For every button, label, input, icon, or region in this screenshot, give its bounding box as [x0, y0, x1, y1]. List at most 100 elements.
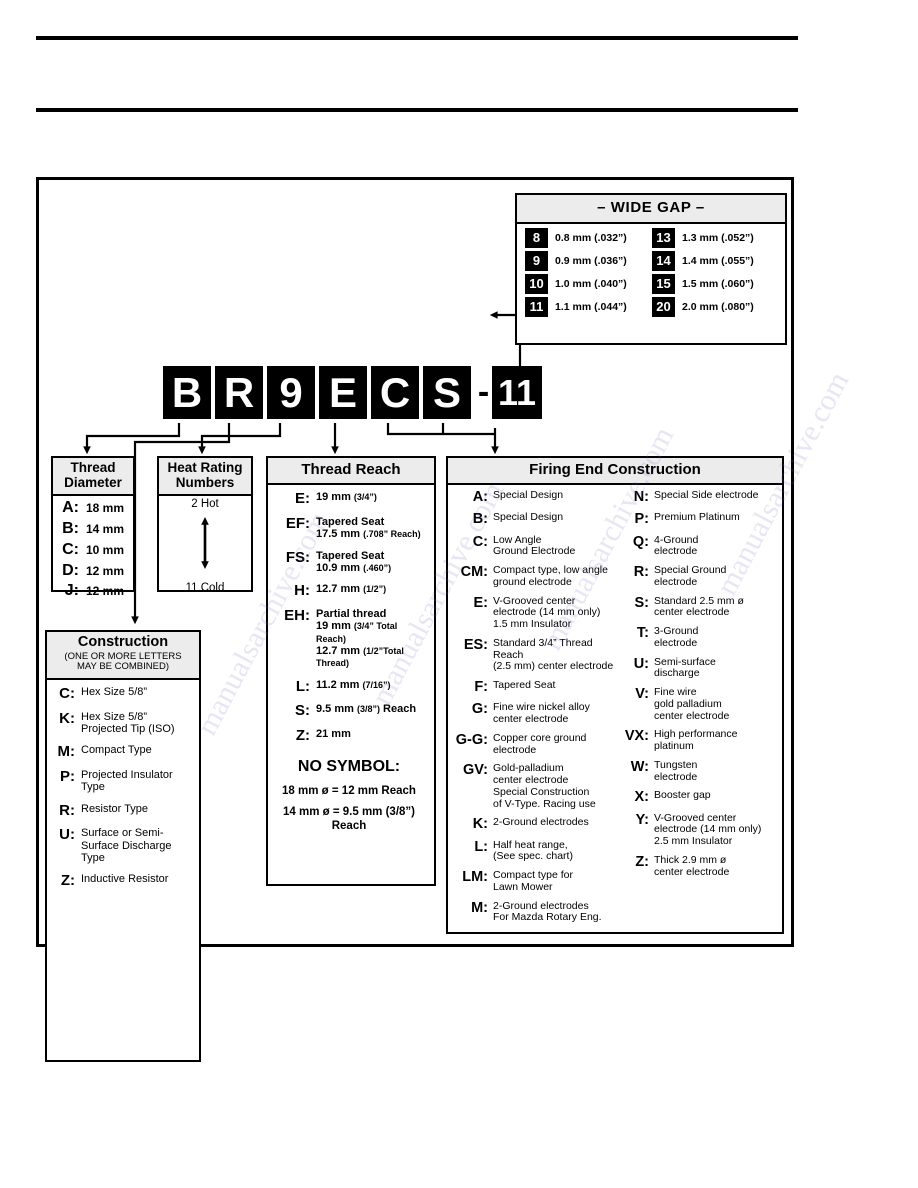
construction-rows: C: Hex Size 5/8” K: Hex Size 5/8” Projected … [47, 680, 199, 900]
construction-value: Inductive Resistor [81, 873, 169, 886]
construction-panel: Construction (ONE OR MORE LETTERS MAY BE … [45, 630, 201, 1062]
wide-gap-title: – WIDE GAP – [517, 195, 785, 225]
firing-end-value: 2-Ground electrodes [493, 816, 589, 829]
wide-gap-entry: 8 0.8 mm (.032”) [525, 228, 652, 249]
definition-row: C: Hex Size 5/8” [49, 686, 195, 702]
thread-diameter-value: 12 mm [86, 584, 125, 599]
thread-reach-rows: E: 19 mm (3/4”) EF: Tapered Seat 17.5 mm (.7… [270, 491, 428, 744]
definition-row: FS: Tapered Seat 10.9 mm (.460”) [270, 548, 428, 575]
definition-row: P: Projected Insulator Type [49, 769, 195, 794]
definition-row: LM: Compact type for Lawn Mower [450, 869, 615, 894]
firing-end-code: LM: [462, 869, 488, 886]
firing-end-code: R: [633, 564, 649, 581]
construction-code: R: [59, 801, 75, 819]
gap-code-tile: 13 [652, 228, 675, 249]
thread-diameter-value: 10 mm [86, 542, 125, 557]
definition-row: ES: Standard 3/4” Thread Reach (2.5 mm) ce… [450, 637, 615, 673]
definition-row: Z: 21 mm [270, 728, 428, 744]
firing-end-code: S: [634, 594, 650, 611]
firing-end-code: E: [473, 594, 489, 611]
definition-row: C: Low Angle Ground Electrode [450, 534, 615, 559]
construction-subtitle: (ONE OR MORE LETTERS MAY BE COMBINED) [64, 650, 182, 673]
definition-row: CM: Compact type, low angle ground electro… [450, 564, 615, 589]
part-number-character-tile: E [319, 366, 367, 419]
firing-end-code: N: [633, 489, 649, 506]
spark-plug-code-diagram: – WIDE GAP – 8 0.8 mm (.032”) 13 1.3 mm (.0… [36, 177, 794, 1062]
firing-end-value: Premium Platinum [654, 511, 740, 524]
heat-rating-title-line1: Heat Rating [167, 460, 243, 475]
gap-code-tile: 15 [652, 274, 675, 295]
firing-end-value: V-Grooved center electrode (14 mm only) 1.… [493, 594, 601, 631]
thread-reach-code: EF: [285, 514, 310, 532]
part-number-character-tile: C [371, 366, 419, 419]
definition-row: U: Surface or Semi- Surface Discharge Type [49, 827, 195, 864]
part-number-display: B R 9 E C S -11 [163, 366, 542, 419]
definition-row: L: Half heat range, (See spec. chart) [450, 838, 615, 864]
part-number-character-tile: R [215, 366, 263, 419]
thread-reach-value: 9.5 mm (3/8”) Reach [316, 703, 417, 716]
definition-row: R: Special Ground electrode [615, 564, 780, 589]
firing-end-value: Special Side electrode [654, 489, 759, 502]
firing-end-value: Half heat range, (See spec. chart) [493, 838, 573, 863]
definition-row: A: Special Design [450, 489, 615, 505]
definition-row: R: Resistor Type [49, 801, 195, 819]
firing-end-value: Booster gap [654, 789, 711, 802]
construction-value: Compact Type [81, 744, 152, 757]
definition-row: GV: Gold-palladium center electrode Special… [450, 762, 615, 810]
wide-gap-entry: 13 1.3 mm (.052”) [652, 228, 779, 249]
definition-row: K: Hex Size 5/8” Projected Tip (ISO) [49, 710, 195, 736]
thread-reach-title: Thread Reach [268, 458, 434, 486]
definition-row: B: Special Design [450, 512, 615, 527]
thread-reach-code: L: [295, 677, 310, 695]
thread-reach-code: S: [295, 702, 310, 720]
firing-end-value: Compact type, low angle ground electrode [493, 564, 608, 588]
heat-cold-label: 11 Cold [185, 582, 225, 595]
gap-measurement-label: 0.9 mm (.036”) [555, 255, 627, 268]
heat-range-double-arrow-icon [201, 517, 209, 570]
definition-row: S: 9.5 mm (3/8”) Reach [270, 703, 428, 719]
heat-rating-panel: Heat Rating Numbers 2 Hot 11 Cold [157, 456, 253, 595]
definition-row: U: Semi-surface discharge [615, 656, 780, 681]
firing-end-code: Q: [632, 533, 649, 550]
definition-row: S: Standard 2.5 mm ø center electrode [615, 594, 780, 620]
gap-measurement-label: 2.0 mm (.080”) [682, 301, 754, 314]
thread-diameter-value: 14 mm [86, 521, 125, 536]
construction-value: Surface or Semi- Surface Discharge Type [81, 827, 172, 865]
definition-row: B: 14 mm [59, 520, 131, 538]
no-symbol-rule: 14 mm ø = 9.5 mm (3/8”) Reach [283, 806, 415, 832]
firing-end-value: 3-Ground electrode [654, 625, 699, 649]
thread-diameter-title-line1: Thread [70, 460, 116, 475]
thread-reach-code: Z: [295, 727, 310, 744]
gap-measurement-label: 1.0 mm (.040”) [555, 278, 627, 291]
thread-diameter-value: 18 mm [86, 501, 125, 516]
wide-gap-grid: 8 0.8 mm (.032”) 13 1.3 mm (.052”) 9 0.9 mm (… [517, 224, 785, 321]
firing-end-value: Fine wire gold palladium center electrode [654, 686, 730, 722]
definition-row: H: 12.7 mm (1/2”) [270, 583, 428, 599]
construction-value: Hex Size 5/8” [81, 685, 148, 698]
gap-code-tile: 8 [525, 228, 548, 249]
definition-row: Q: 4-Ground electrode [615, 533, 780, 559]
gap-code-tile: 14 [652, 251, 675, 272]
definition-row: G-G: Copper core ground electrode [450, 732, 615, 757]
definition-row: W: Tungsten electrode [615, 759, 780, 784]
definition-row: X: Booster gap [615, 790, 780, 805]
thread-diameter-code: A: [62, 499, 79, 517]
definition-row: VX: High performance platinum [615, 729, 780, 753]
part-number-gap-code-tile: 11 [492, 366, 542, 419]
wide-gap-entry: 15 1.5 mm (.060”) [652, 274, 779, 295]
thread-diameter-value: 12 mm [86, 563, 125, 578]
definition-row: M: 2-Ground electrodes For Mazda Rotary En… [450, 900, 615, 925]
definition-row: L: 11.2 mm (7/16”) [270, 677, 428, 695]
construction-code: P: [60, 768, 75, 786]
no-symbol-rule: 18 mm ø = 12 mm Reach [282, 784, 416, 797]
wide-gap-entry: 14 1.4 mm (.055”) [652, 251, 779, 272]
thread-reach-code: FS: [285, 548, 310, 566]
firing-end-value: Special Design [493, 511, 564, 524]
construction-value: Hex Size 5/8” Projected Tip (ISO) [81, 710, 175, 735]
thread-diameter-code: J: [64, 582, 79, 600]
definition-row: C: 10 mm [59, 541, 131, 559]
wide-gap-entry: 11 1.1 mm (.044”) [525, 297, 652, 318]
definition-row: EF: Tapered Seat 17.5 mm (.708” Reach) [270, 516, 428, 541]
wide-gap-entry: 9 0.9 mm (.036”) [525, 251, 652, 272]
thread-reach-code: H: [294, 582, 310, 600]
